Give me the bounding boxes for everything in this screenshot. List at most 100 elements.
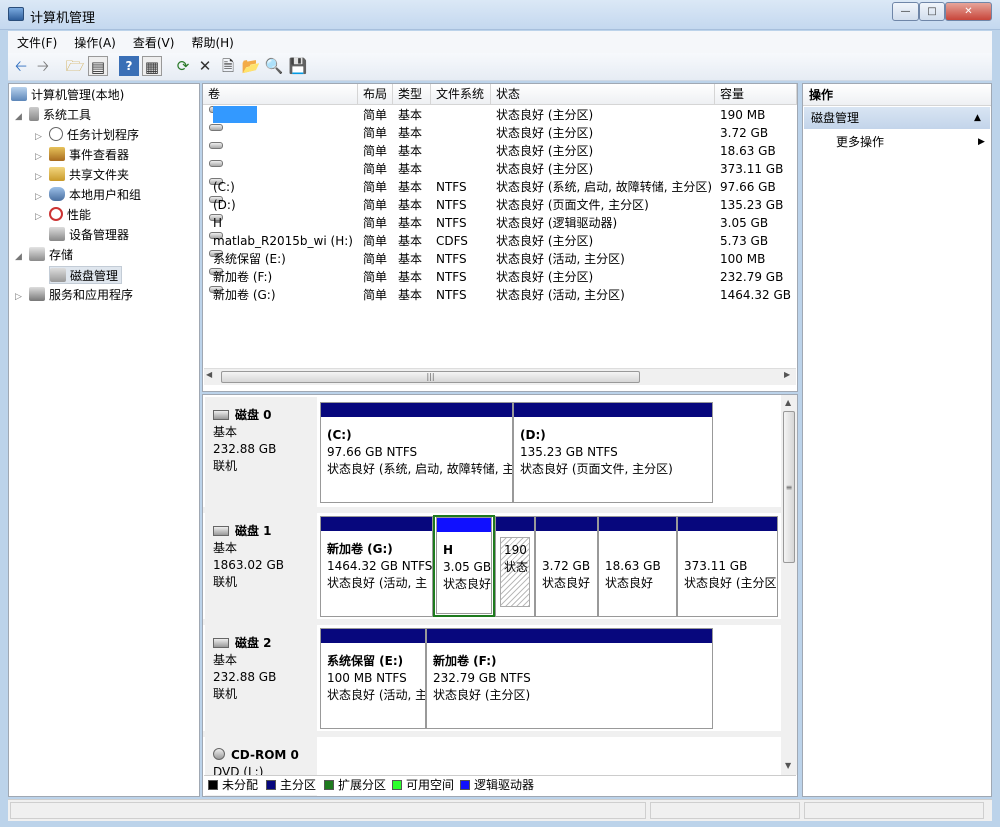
tree-event-viewer[interactable]: ▷ 事件查看器 [35, 146, 129, 164]
collapsed-arrow-icon[interactable]: ▷ [35, 148, 49, 166]
column-header-layout[interactable]: 布局 [358, 84, 393, 105]
column-header-capacity[interactable]: 容量 [715, 84, 797, 105]
partition-title: 新加卷 (F:) [433, 654, 497, 668]
expanded-arrow-icon[interactable]: ◢ [15, 248, 29, 266]
partition-title: 新加卷 (G:) [327, 542, 393, 556]
collapsed-arrow-icon[interactable]: ▷ [35, 208, 49, 226]
scroll-down-icon[interactable]: ▼ [785, 761, 791, 770]
volume-status-cell: 状态良好 (逻辑驱动器) [496, 216, 618, 230]
tree-system-tools[interactable]: ◢ 系统工具 [15, 106, 91, 124]
volume-type-cell: 基本 [398, 234, 423, 248]
properties-icon[interactable]: 🗎 [218, 56, 238, 76]
tree-storage[interactable]: ◢ 存储 [15, 246, 73, 264]
tree-device-manager[interactable]: 设备管理器 [49, 226, 129, 244]
menu-file[interactable]: 文件(F) [8, 31, 65, 51]
export-icon[interactable]: 💾 [288, 56, 308, 76]
disk-icon [213, 526, 229, 536]
collapsed-arrow-icon[interactable]: ▷ [35, 128, 49, 146]
column-header-filesystem[interactable]: 文件系统 [431, 84, 491, 105]
table-row[interactable]: matlab_R2015b_wi (H:) 简单 基本 CDFS 状态良好 (主分区) 5… [203, 232, 797, 250]
table-row[interactable]: 系统保留 (E:) 简单 基本 NTFS 状态良好 (活动, 主分区) 100 MB [203, 250, 797, 268]
partition-size: 18.63 GB [605, 559, 661, 573]
table-row[interactable]: 简单 基本 状态良好 (主分区) 373.11 GB [203, 160, 797, 178]
column-header-type[interactable]: 类型 [393, 84, 431, 105]
more-actions-item[interactable]: 更多操作 ▶ [804, 132, 990, 152]
collapsed-arrow-icon[interactable]: ▷ [35, 168, 49, 186]
table-row[interactable]: 简单 基本 状态良好 (主分区) 190 MB [203, 106, 797, 124]
table-row[interactable]: H 简单 基本 NTFS 状态良好 (逻辑驱动器) 3.05 GB [203, 214, 797, 232]
partition-e[interactable]: 系统保留 (E:) 100 MB NTFS 状态良好 (活动, 主 [320, 628, 426, 729]
scroll-up-icon[interactable]: ▲ [785, 398, 791, 407]
scroll-right-icon[interactable]: ▶ [784, 370, 790, 379]
menu-help[interactable]: 帮助(H) [182, 31, 241, 51]
tree-performance[interactable]: ▷ 性能 [35, 206, 91, 224]
scroll-thumb[interactable]: ||| [221, 371, 640, 383]
menu-action[interactable]: 操作(A) [65, 31, 124, 51]
table-row[interactable]: 新加卷 (G:) 简单 基本 NTFS 状态良好 (活动, 主分区) 1464.32 GB [203, 286, 797, 304]
tools-icon [29, 107, 39, 121]
back-icon[interactable]: 🡠 [11, 56, 31, 76]
disk-2-info[interactable]: 磁盘 2 基本 232.88 GB 联机 [205, 625, 317, 731]
volume-status-cell: 状态良好 (系统, 启动, 故障转储, 主分区) [496, 180, 713, 194]
close-button[interactable]: ✕ [945, 2, 992, 21]
collapsed-arrow-icon[interactable]: ▷ [35, 188, 49, 206]
partition-f[interactable]: 新加卷 (F:) 232.79 GB NTFS 状态良好 (主分区) [426, 628, 713, 729]
tree-shared-folders[interactable]: ▷ 共享文件夹 [35, 166, 129, 184]
partition-h-logical[interactable]: H 3.05 GB 状态良好 [436, 517, 492, 614]
column-header-volume[interactable]: 卷 [203, 84, 358, 105]
expanded-arrow-icon[interactable]: ◢ [15, 108, 29, 126]
help-icon[interactable]: ? [119, 56, 139, 76]
partition-d[interactable]: (D:) 135.23 GB NTFS 状态良好 (页面文件, 主分区) [513, 402, 713, 503]
up-folder-icon[interactable]: 🗁 [65, 56, 85, 76]
tree-services-apps[interactable]: ▷ 服务和应用程序 [15, 286, 133, 304]
volume-capacity-cell: 5.73 GB [720, 234, 769, 248]
partition-c[interactable]: (C:) 97.66 GB NTFS 状态良好 (系统, 启动, 故障转储, 主 [320, 402, 513, 503]
vertical-scrollbar[interactable]: ▲ ≡ ▼ [781, 395, 797, 775]
tree-local-users[interactable]: ▷ 本地用户和组 [35, 186, 141, 204]
partition-status: 状态良好 (页面文件, 主分区) [520, 462, 673, 476]
legend-logical-drive: 逻辑驱动器 [460, 776, 534, 795]
actions-section-disk-management[interactable]: 磁盘管理 ▲ [804, 107, 990, 129]
partition-373gb[interactable]: 373.11 GB 状态良好 (主分区 [677, 516, 778, 617]
table-row[interactable]: 简单 基本 状态良好 (主分区) 18.63 GB [203, 142, 797, 160]
partition-3-72gb[interactable]: 3.72 GB 状态良好 [535, 516, 598, 617]
partition-18-63gb[interactable]: 18.63 GB 状态良好 [598, 516, 677, 617]
show-hide-tree-icon[interactable]: ▤ [88, 56, 108, 76]
search-icon[interactable]: 🔍 [264, 56, 284, 76]
tree-disk-management[interactable]: 磁盘管理 [49, 266, 123, 284]
column-header-status[interactable]: 状态 [491, 84, 715, 105]
disk-state: 联机 [213, 459, 238, 473]
volume-status-cell: 状态良好 (活动, 主分区) [496, 252, 625, 266]
status-pane-1 [10, 802, 646, 819]
actions-header: 操作 [803, 84, 991, 106]
table-row[interactable]: (C:) 简单 基本 NTFS 状态良好 (系统, 启动, 故障转储, 主分区) 97.6… [203, 178, 797, 196]
table-row[interactable]: (D:) 简单 基本 NTFS 状态良好 (页面文件, 主分区) 135.23 GB [203, 196, 797, 214]
table-row[interactable]: 简单 基本 状态良好 (主分区) 3.72 GB [203, 124, 797, 142]
partition-g[interactable]: 新加卷 (G:) 1464.32 GB NTFS 状态良好 (活动, 主 [320, 516, 433, 617]
partition-190mb[interactable]: 190 状态 [495, 516, 535, 617]
forward-icon[interactable]: 🡢 [33, 56, 53, 76]
scroll-left-icon[interactable]: ◀ [206, 370, 212, 379]
navigation-tree: 计算机管理(本地) ◢ 系统工具 ▷ 任务计划程序 ▷ 事件查看器 ▷ 共享文件夹 ▷ 本… [8, 83, 200, 797]
disk-1-info[interactable]: 磁盘 1 基本 1863.02 GB 联机 [205, 513, 317, 619]
console-icon[interactable]: ▦ [142, 56, 162, 76]
tree-root[interactable]: 计算机管理(本地) [11, 86, 124, 104]
open-icon[interactable]: 📂 [241, 56, 261, 76]
collapsed-arrow-icon[interactable]: ▷ [15, 288, 29, 306]
volume-layout-cell: 简单 [363, 198, 388, 212]
disk-0-info[interactable]: 磁盘 0 基本 232.88 GB 联机 [205, 397, 317, 507]
volume-name-cell: (C:) [209, 178, 235, 196]
tree-task-scheduler[interactable]: ▷ 任务计划程序 [35, 126, 139, 144]
collapse-arrow-icon[interactable]: ▲ [974, 107, 981, 129]
volume-layout-cell: 简单 [363, 180, 388, 194]
table-row[interactable]: 新加卷 (F:) 简单 基本 NTFS 状态良好 (主分区) 232.79 GB [203, 268, 797, 286]
menu-view[interactable]: 查看(V) [124, 31, 183, 51]
delete-icon[interactable]: ✕ [195, 56, 215, 76]
refresh-icon[interactable]: ⟳ [173, 56, 193, 76]
horizontal-scrollbar[interactable]: ◀ ||| ▶ [204, 368, 796, 385]
minimize-button[interactable]: — [892, 2, 919, 21]
scroll-thumb[interactable]: ≡ [783, 411, 795, 563]
partition-status: 状态良好 [605, 576, 654, 590]
maximize-button[interactable]: □ [919, 2, 945, 21]
volume-capacity-cell: 135.23 GB [720, 198, 784, 212]
